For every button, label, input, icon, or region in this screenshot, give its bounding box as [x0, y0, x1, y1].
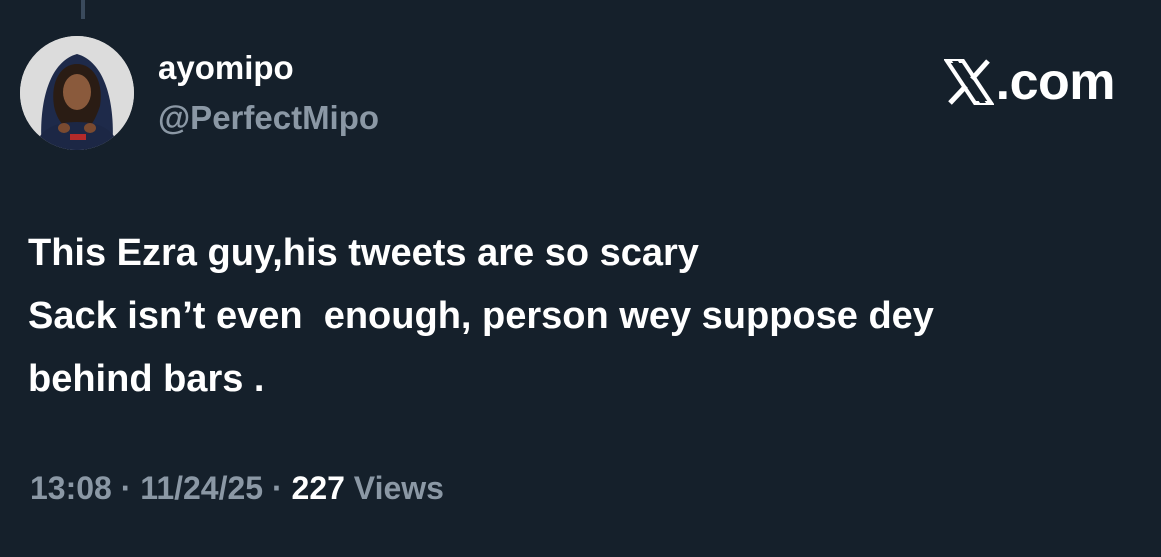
- tweet-line: This Ezra guy,his tweets are so scary: [28, 232, 699, 274]
- author-display-name[interactable]: ayomipo: [158, 48, 294, 88]
- tweet-time[interactable]: 13:08: [30, 470, 112, 506]
- brand-suffix: .com: [995, 53, 1116, 111]
- tweet-date[interactable]: 11/24/25: [140, 470, 263, 506]
- x-com-brand: .com: [943, 53, 1116, 111]
- tweet-line: Sack isn’t even enough, person wey suppo…: [28, 295, 934, 337]
- views-count[interactable]: 227: [292, 470, 345, 506]
- meta-separator: ·: [111, 470, 141, 506]
- tweet-card: ayomipo @PerfectMipo .com This Ezra guy,…: [0, 0, 1161, 557]
- author-handle[interactable]: @PerfectMipo: [158, 98, 379, 138]
- tweet-text: This Ezra guy,his tweets are so scary Sa…: [28, 222, 1128, 411]
- tweet-meta: 13:08 · 11/24/25 · 227 Views: [30, 466, 444, 510]
- avatar[interactable]: [20, 36, 134, 150]
- tweet-line: behind bars .: [28, 358, 265, 400]
- avatar-photo: [20, 36, 134, 150]
- meta-separator: ·: [263, 470, 292, 506]
- thread-connector-line: [81, 0, 85, 19]
- x-logo-icon: [943, 59, 994, 105]
- views-label: Views: [344, 470, 444, 506]
